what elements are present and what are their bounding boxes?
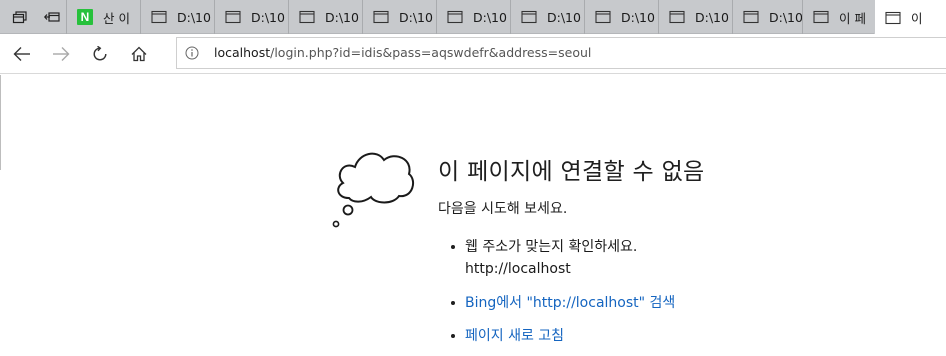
tab-active[interactable]: 이: [874, 0, 946, 35]
page-icon: [885, 11, 901, 24]
tab-file[interactable]: D:\10: [140, 0, 214, 34]
tab-file[interactable]: D:\10: [214, 0, 288, 34]
list-item: Bing에서 "http://localhost" 검색: [448, 292, 675, 314]
tab-naver[interactable]: N 산 이: [66, 0, 140, 34]
page-icon: [151, 10, 167, 24]
tab-page[interactable]: 이 페: [802, 0, 874, 34]
page-icon: [299, 10, 315, 24]
window-edge: [0, 75, 1, 170]
error-subtitle: 다음을 시도해 보세요.: [438, 201, 568, 217]
page-icon: [225, 10, 241, 24]
page-icon: [669, 10, 685, 24]
home-button[interactable]: [121, 38, 157, 70]
page-icon: [813, 10, 829, 24]
url-host: localhost: [214, 45, 271, 60]
set-tabs-aside-button[interactable]: [36, 0, 68, 34]
tab-file[interactable]: D:\10: [288, 0, 362, 34]
refresh-button[interactable]: [82, 38, 118, 70]
address-bar[interactable]: localhost/login.php?id=idis&pass=aqswdef…: [176, 37, 946, 69]
tab-label: D:\10: [621, 9, 655, 25]
tabs-preview-icon: [12, 11, 27, 24]
tab-label: D:\10: [547, 9, 581, 25]
home-icon: [131, 46, 147, 62]
list-item: 페이지 새로 고침: [448, 325, 564, 347]
tab-file[interactable]: D:\10: [584, 0, 658, 34]
tab-file[interactable]: D:\10: [658, 0, 732, 34]
page-icon: [521, 10, 537, 24]
page-icon: [373, 10, 389, 24]
set-aside-icon: [44, 12, 60, 22]
thought-cloud-icon: [332, 152, 415, 228]
tab-label: 이 페: [839, 10, 866, 26]
tab-file[interactable]: D:\10: [732, 0, 802, 34]
refresh-icon: [93, 46, 107, 61]
tab-label: D:\10: [177, 9, 211, 25]
list-item: 웹 주소가 맞는지 확인하세요. http://localhost: [448, 236, 637, 280]
navigation-toolbar: localhost/login.php?id=idis&pass=aqswdef…: [0, 34, 946, 74]
tab-label: 산 이: [103, 10, 130, 26]
tab-file[interactable]: D:\10: [436, 0, 510, 34]
page-icon: [743, 10, 759, 24]
tab-label: D:\10: [473, 9, 507, 25]
page-icon: [595, 10, 611, 24]
tab-file[interactable]: D:\10: [362, 0, 436, 34]
tab-label: D:\10: [399, 9, 433, 25]
bing-search-link[interactable]: Bing에서 "http://localhost" 검색: [465, 295, 675, 311]
tab-label: D:\10: [769, 9, 802, 25]
tab-file[interactable]: D:\10: [510, 0, 584, 34]
refresh-page-link[interactable]: 페이지 새로 고침: [465, 328, 564, 344]
tab-label: D:\10: [695, 9, 729, 25]
tab-strip: N 산 이 D:\10 D:\10 D:\10 D:\10 D:\10 D:\1…: [0, 0, 946, 35]
tab-label: D:\10: [251, 9, 285, 25]
suggestion-check-text: 웹 주소가 맞는지 확인하세요.: [465, 239, 638, 255]
page-icon: [447, 10, 463, 24]
arrow-left-icon: [13, 47, 30, 61]
arrow-right-icon: [53, 47, 70, 61]
url-path: /login.php?id=idis&pass=aqswdefr&address…: [270, 45, 592, 60]
tab-label: D:\10: [325, 9, 359, 25]
error-title: 이 페이지에 연결할 수 없음: [438, 159, 705, 185]
naver-icon: N: [77, 9, 93, 25]
forward-button[interactable]: [43, 38, 79, 70]
suggestion-host-text: http://localhost: [465, 261, 571, 277]
tab-preview-button[interactable]: [4, 0, 36, 34]
back-button[interactable]: [4, 38, 40, 70]
info-icon[interactable]: [185, 46, 199, 60]
tab-label: 이: [911, 11, 923, 26]
url-text[interactable]: localhost/login.php?id=idis&pass=aqswdef…: [214, 45, 591, 60]
